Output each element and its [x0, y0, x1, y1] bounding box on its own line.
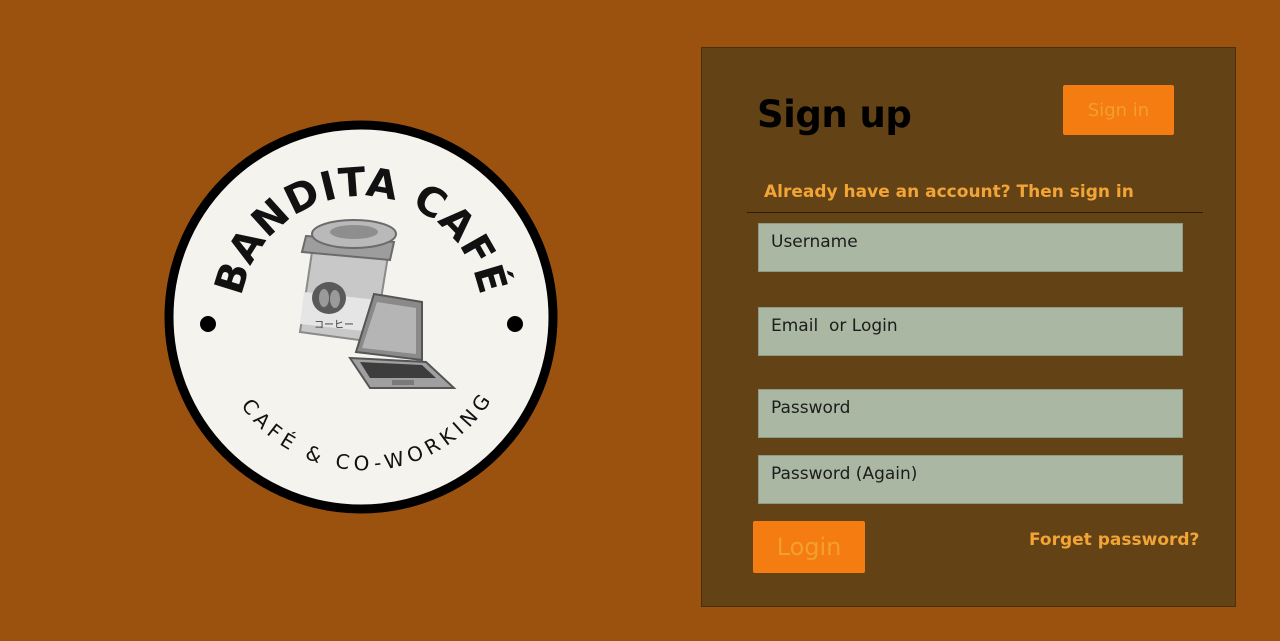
divider — [747, 212, 1203, 213]
logo-dot-right — [507, 316, 523, 332]
email-or-login-field[interactable]: Email or Login — [758, 307, 1183, 356]
sign-in-button[interactable]: Sign in — [1063, 85, 1174, 135]
svg-text:コーヒー: コーヒー — [314, 319, 354, 331]
logo-dot-left — [200, 316, 216, 332]
page-title: Sign up — [757, 93, 912, 136]
signup-panel: Sign up Sign in Already have an account?… — [701, 47, 1236, 607]
password-again-field[interactable]: Password (Again) — [758, 455, 1183, 504]
bandita-cafe-logo: BANDITA CAFÉ CAFÉ & CO-WORKING コーヒー — [164, 120, 558, 514]
login-button[interactable]: Login — [753, 521, 865, 573]
signin-prompt-text: Already have an account? Then sign in — [764, 182, 1134, 202]
username-field[interactable]: Username — [758, 223, 1183, 272]
forgot-password-link[interactable]: Forget password? — [1029, 530, 1199, 550]
password-field[interactable]: Password — [758, 389, 1183, 438]
